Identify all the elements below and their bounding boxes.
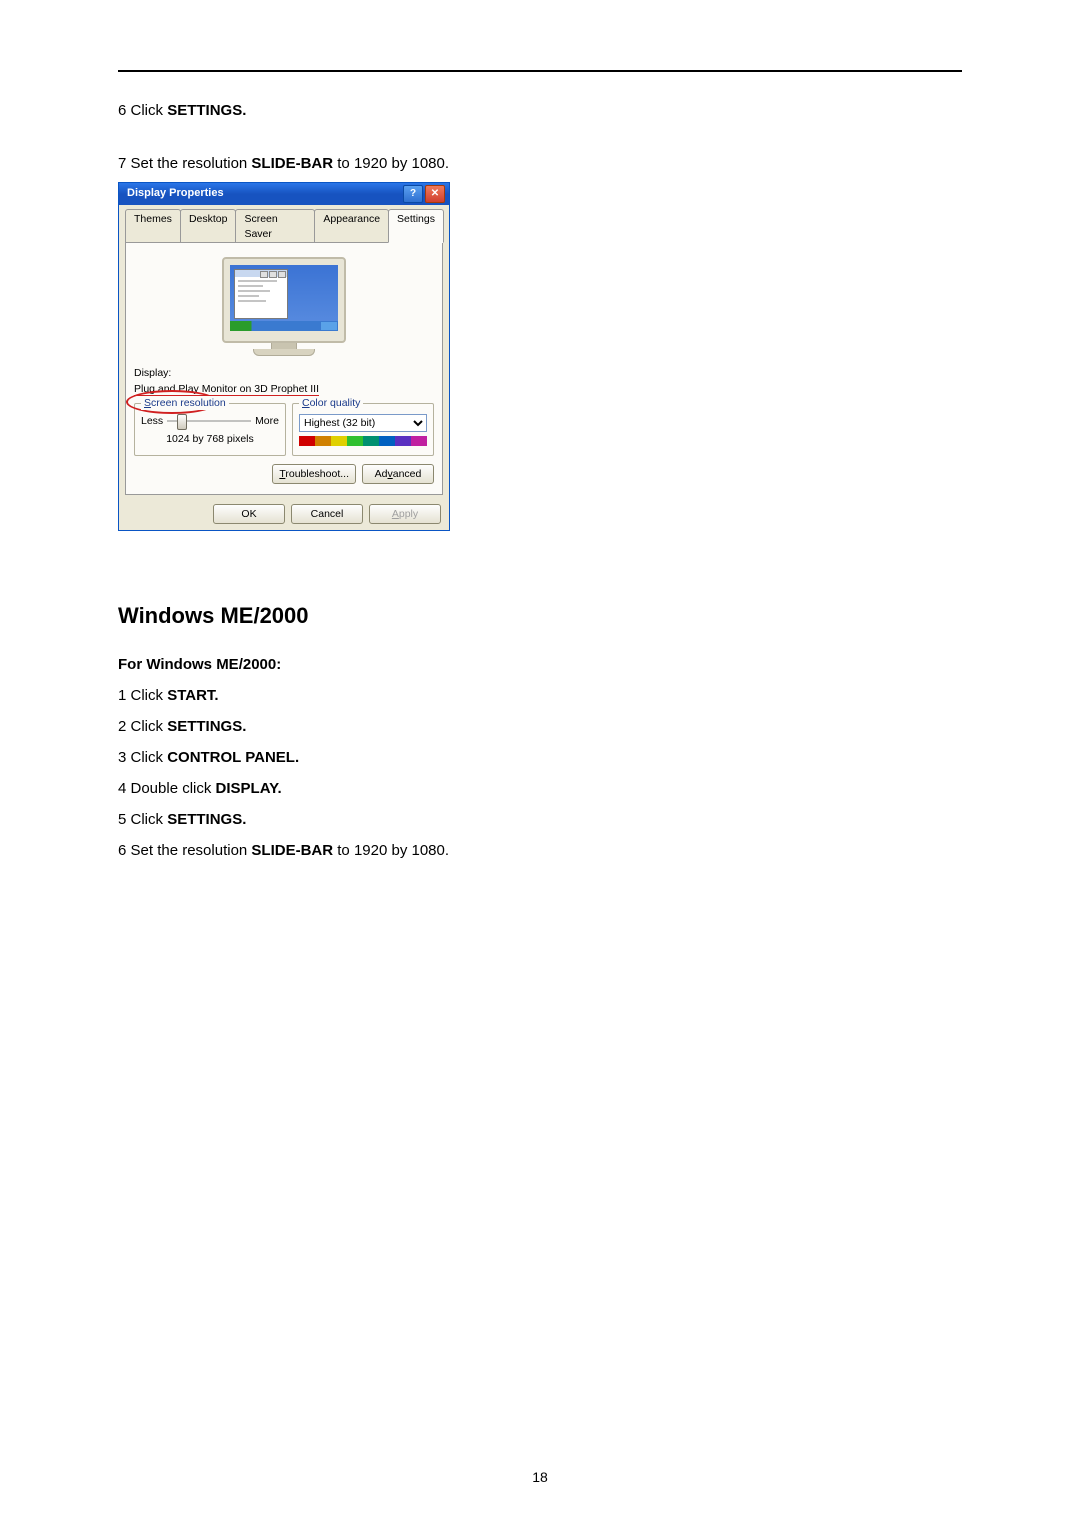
panel-buttons: Troubleshoot... Advanced <box>134 464 434 484</box>
ok-button[interactable]: OK <box>213 504 285 524</box>
tab-appearance[interactable]: Appearance <box>314 209 389 243</box>
tab-desktop[interactable]: Desktop <box>180 209 237 243</box>
step-7: 7 Set the resolution SLIDE-BAR to 1920 b… <box>118 153 962 174</box>
slider-less-label: Less <box>141 414 163 429</box>
screen-resolution-label: Screen resolution <box>141 396 229 411</box>
display-value-text: Plug and Play Monitor on 3D Prophet III <box>134 383 319 396</box>
tab-row: Themes Desktop Screen Saver Appearance S… <box>119 205 449 243</box>
body-content: 6 Click SETTINGS. 7 Set the resolution S… <box>118 100 962 861</box>
tab-screensaver[interactable]: Screen Saver <box>235 209 315 243</box>
dialog-title: Display Properties <box>123 186 224 201</box>
resolution-slider[interactable] <box>167 414 251 428</box>
me2000-step-6: 6 Set the resolution SLIDE-BAR to 1920 b… <box>118 840 962 861</box>
me2000-step-2: 2 Click SETTINGS. <box>118 716 962 737</box>
step-6: 6 Click SETTINGS. <box>118 100 962 121</box>
step-7-suffix: to 1920 by 1080. <box>333 155 449 172</box>
slider-more-label: More <box>255 414 279 429</box>
apply-button[interactable]: Apply <box>369 504 441 524</box>
display-value: Plug and Play Monitor on 3D Prophet III <box>134 382 434 397</box>
close-button[interactable]: ✕ <box>425 185 445 203</box>
monitor-graphic <box>219 257 349 356</box>
page-number: 18 <box>0 1469 1080 1485</box>
monitor-preview <box>134 257 434 356</box>
titlebar-buttons: ? ✕ <box>403 185 445 203</box>
me2000-step-3: 3 Click CONTROL PANEL. <box>118 747 962 768</box>
resolution-slider-row: Less More <box>141 414 279 429</box>
color-quality-label: Color quality <box>299 396 363 411</box>
me2000-step-1: 1 Click START. <box>118 685 962 706</box>
help-button[interactable]: ? <box>403 185 423 203</box>
advanced-button[interactable]: Advanced <box>362 464 434 484</box>
settings-tab-panel: Display: Plug and Play Monitor on 3D Pro… <box>125 242 443 495</box>
document-page: 6 Click SETTINGS. 7 Set the resolution S… <box>0 0 1080 1515</box>
dialog-titlebar: Display Properties ? ✕ <box>119 183 449 205</box>
step-7-prefix: 7 Set the resolution <box>118 155 251 172</box>
color-quality-dropdown[interactable]: Highest (32 bit) <box>299 414 427 432</box>
troubleshoot-button[interactable]: Troubleshoot... <box>272 464 356 484</box>
color-quality-accel: C <box>302 397 310 409</box>
slider-thumb[interactable] <box>177 414 187 430</box>
cancel-button[interactable]: Cancel <box>291 504 363 524</box>
horizontal-rule <box>118 70 962 72</box>
step-7-bold: SLIDE-BAR <box>251 155 333 172</box>
display-properties-dialog: Display Properties ? ✕ Themes Desktop Sc… <box>118 182 450 531</box>
settings-groups-row: Screen resolution Less More 1024 by 768 … <box>134 403 434 456</box>
display-label: Display: <box>134 366 434 381</box>
dialog-buttons: OK Cancel Apply <box>119 502 449 530</box>
me2000-step-4: 4 Double click DISPLAY. <box>118 778 962 799</box>
step-6-bold: SETTINGS. <box>167 102 246 119</box>
screen-resolution-accel: S <box>144 397 151 409</box>
tab-themes[interactable]: Themes <box>125 209 181 243</box>
resolution-value: 1024 by 768 pixels <box>141 432 279 447</box>
color-quality-group: Color quality Highest (32 bit) <box>292 403 434 456</box>
mini-window-icon <box>234 269 288 319</box>
tab-settings[interactable]: Settings <box>388 209 444 243</box>
screen-resolution-group: Screen resolution Less More 1024 by 768 … <box>134 403 286 456</box>
me2000-step-5: 5 Click SETTINGS. <box>118 809 962 830</box>
color-gradient-strip <box>299 436 427 446</box>
section-heading-me2000: Windows ME/2000 <box>118 601 962 632</box>
step-6-prefix: 6 Click <box>118 102 167 119</box>
me2000-intro: For Windows ME/2000: <box>118 654 962 675</box>
